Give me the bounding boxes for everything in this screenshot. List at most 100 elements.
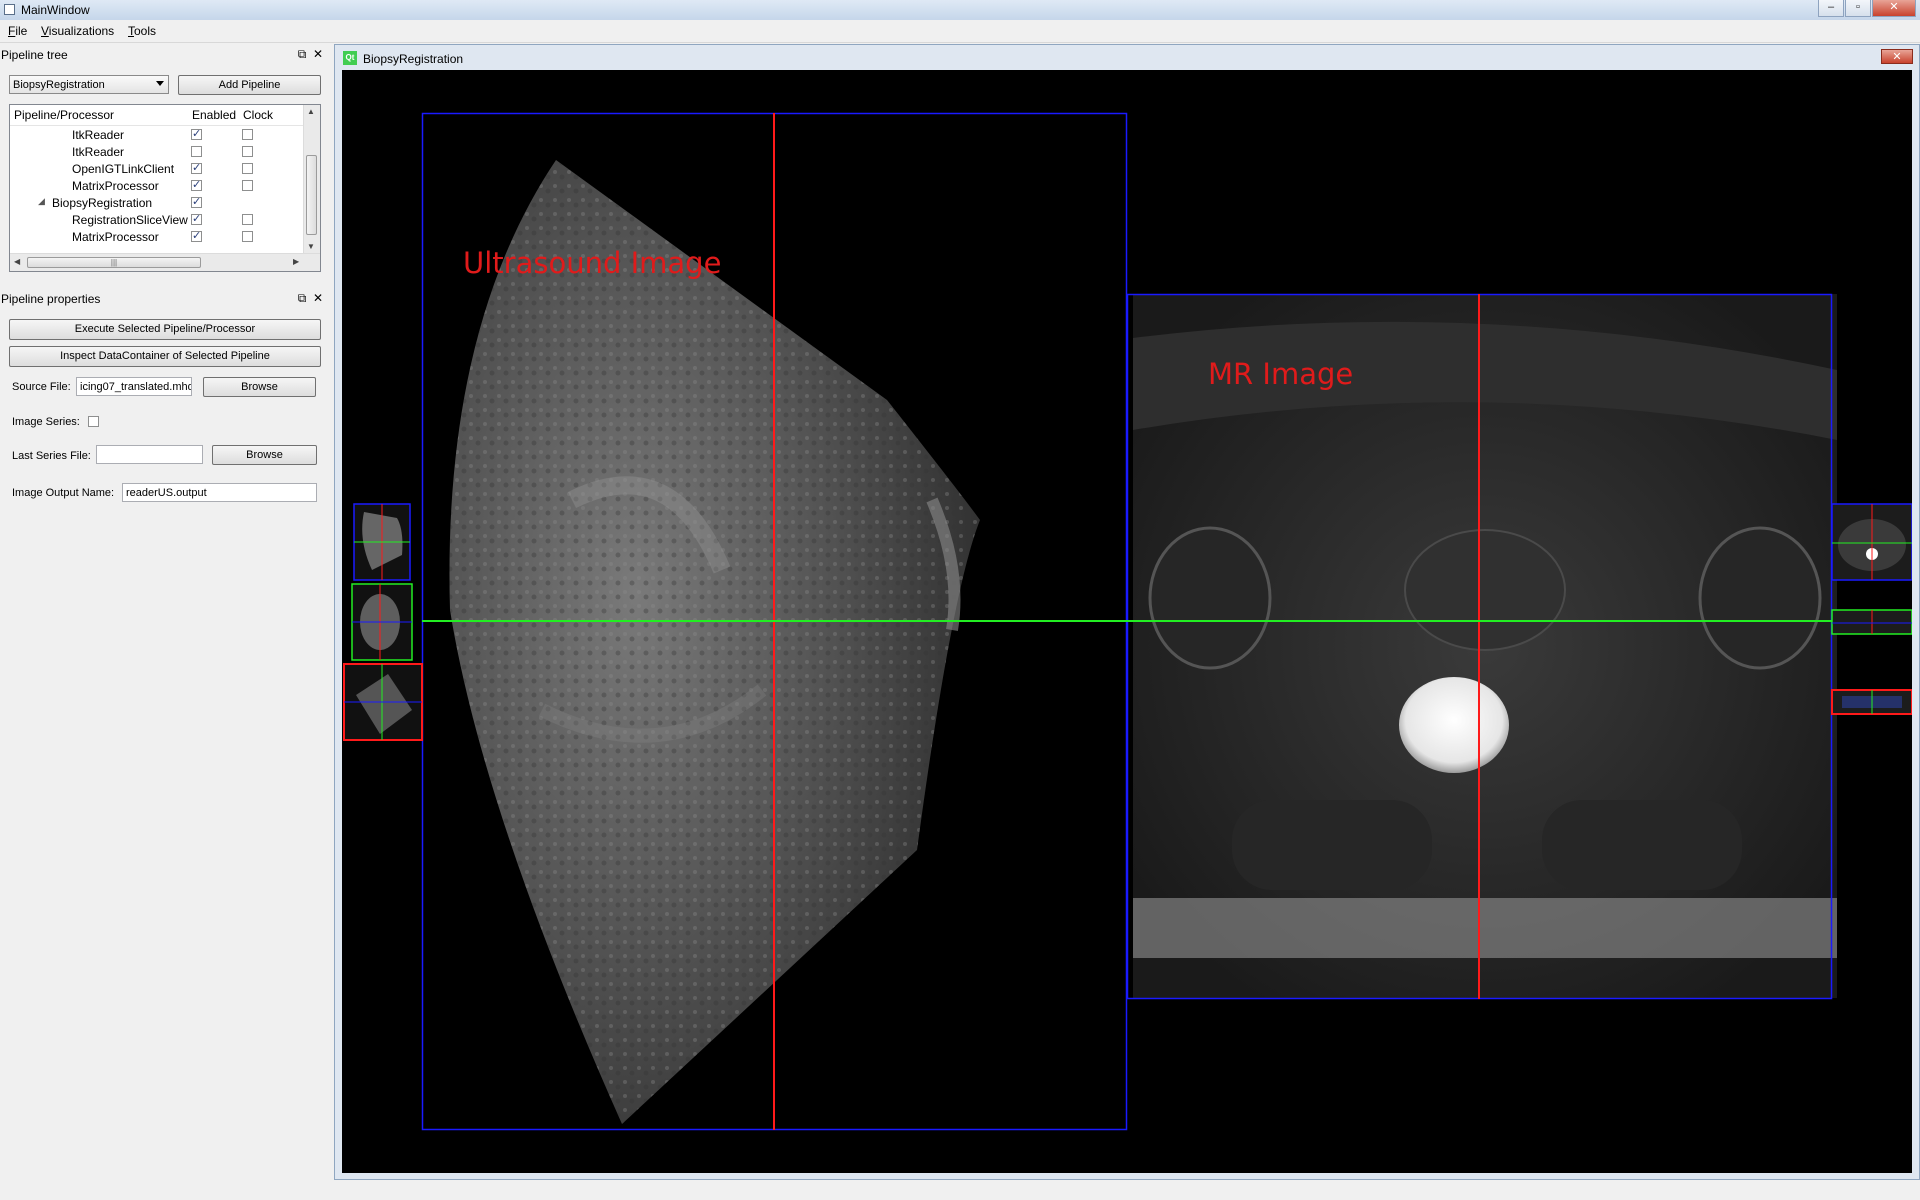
last-series-browse-button[interactable]: Browse <box>212 445 317 465</box>
enabled-checkbox[interactable]: ✓ <box>191 129 202 140</box>
biopsy-registration-window: Qt BiopsyRegistration ✕ Ultrasound Image… <box>334 44 1920 1180</box>
minimize-button[interactable]: – <box>1818 0 1844 17</box>
column-header-clock[interactable]: Clock <box>243 108 273 122</box>
tree-row-label: BiopsyRegistration <box>52 196 153 210</box>
pipeline-properties-title: Pipeline properties <box>1 292 101 306</box>
mr-skin-fat-layer <box>1133 898 1837 958</box>
dock-close-icon[interactable]: ✕ <box>312 291 324 305</box>
mr-gluteal-left <box>1232 800 1432 890</box>
right-thumbnail-strip[interactable] <box>1831 503 1912 715</box>
menu-bar: File Visualizations Tools <box>0 20 1920 43</box>
window-titlebar: MainWindow – ▫ ✕ <box>0 0 1920 21</box>
mr-bright-structure <box>1399 677 1509 773</box>
mr-femoral-head-left <box>1148 526 1272 670</box>
pipeline-tree-dock-title: Pipeline tree ⧉ ✕ <box>0 46 330 63</box>
pipeline-tree-title: Pipeline tree <box>1 48 68 62</box>
slice-view-svg <box>343 112 1912 1131</box>
last-series-file-label: Last Series File: <box>12 450 91 462</box>
tree-row-label: ItkReader <box>72 145 125 159</box>
last-series-file-field[interactable] <box>96 445 203 464</box>
menu-tools[interactable]: Tools <box>128 24 156 38</box>
tree-vertical-scrollbar[interactable]: ▲ ▼ <box>303 105 320 255</box>
close-button[interactable]: ✕ <box>1872 0 1916 17</box>
tree-row[interactable]: ItkReader <box>10 143 306 160</box>
clock-checkbox[interactable] <box>242 163 253 174</box>
image-output-name-label: Image Output Name: <box>12 487 115 499</box>
subwindow-titlebar: Qt BiopsyRegistration ✕ <box>335 45 1919 69</box>
add-pipeline-button[interactable]: Add Pipeline <box>178 75 321 95</box>
mr-image <box>1133 294 1837 998</box>
ultrasound-image <box>449 160 980 1124</box>
image-output-name-field[interactable]: readerUS.output <box>122 483 317 502</box>
tree-row-label: ItkReader <box>72 128 125 142</box>
tree-horizontal-scrollbar[interactable]: ◀ ||| ▶ <box>10 253 320 271</box>
chevron-down-icon <box>156 81 164 86</box>
menu-visualizations[interactable]: Visualizations <box>41 24 114 38</box>
dock-float-icon[interactable]: ⧉ <box>296 291 308 305</box>
enabled-checkbox[interactable]: ✓ <box>191 180 202 191</box>
scroll-thumb[interactable]: ||| <box>27 257 201 268</box>
column-header-processor[interactable]: Pipeline/Processor <box>14 108 114 122</box>
clock-checkbox[interactable] <box>242 180 253 191</box>
clock-checkbox[interactable] <box>242 214 253 225</box>
subwindow-close-button[interactable]: ✕ <box>1881 49 1913 64</box>
clock-checkbox[interactable] <box>242 129 253 140</box>
scroll-thumb[interactable] <box>306 155 317 235</box>
mr-prostate <box>1404 529 1566 651</box>
pipeline-select[interactable]: BiopsyRegistration <box>9 75 169 94</box>
execute-pipeline-button[interactable]: Execute Selected Pipeline/Processor <box>9 319 321 340</box>
tree-row-label: OpenIGTLinkClient <box>72 162 175 176</box>
tree-row[interactable]: OpenIGTLinkClient ✓ <box>10 160 306 177</box>
left-thumbnail-strip[interactable] <box>343 503 423 741</box>
ultrasound-image-label: Ultrasound Image <box>463 246 722 280</box>
window-title: MainWindow <box>21 3 90 17</box>
subwindow-title: BiopsyRegistration <box>363 52 464 66</box>
tree-row-label: MatrixProcessor <box>72 230 159 244</box>
menu-visualizations-mnemonic: V <box>41 24 49 38</box>
pipeline-select-value: BiopsyRegistration <box>13 79 105 91</box>
dock-float-icon[interactable]: ⧉ <box>296 47 308 61</box>
clock-checkbox[interactable] <box>242 231 253 242</box>
ultrasound-speckle <box>449 160 980 1124</box>
mr-femoral-head-right <box>1698 526 1822 670</box>
tree-row[interactable]: ◢ BiopsyRegistration ✓ <box>10 194 306 211</box>
tree-row-label: RegistrationSliceView <box>72 213 188 227</box>
visualization-canvas[interactable]: Ultrasound Image MR Image <box>342 70 1912 1173</box>
image-series-label: Image Series: <box>12 416 80 428</box>
enabled-checkbox[interactable]: ✓ <box>191 163 202 174</box>
scroll-down-icon[interactable]: ▼ <box>307 242 315 251</box>
enabled-checkbox[interactable]: ✓ <box>191 231 202 242</box>
column-header-enabled[interactable]: Enabled <box>192 108 236 122</box>
qt-logo-icon: Qt <box>343 51 357 65</box>
pipeline-properties-dock-title: Pipeline properties ⧉ ✕ <box>0 290 330 307</box>
inspect-datacontainer-button[interactable]: Inspect DataContainer of Selected Pipeli… <box>9 346 321 367</box>
clock-checkbox[interactable] <box>242 146 253 157</box>
mr-image-label: MR Image <box>1208 357 1354 391</box>
source-browse-button[interactable]: Browse <box>203 377 316 397</box>
menu-tools-label: ools <box>134 24 157 38</box>
window-controls: – ▫ ✕ <box>1818 0 1916 17</box>
expand-arrow-icon[interactable]: ◢ <box>38 196 45 207</box>
tree-row-label: MatrixProcessor <box>72 179 159 193</box>
menu-file[interactable]: File <box>8 24 27 38</box>
dock-close-icon[interactable]: ✕ <box>312 47 324 61</box>
enabled-checkbox[interactable]: ✓ <box>191 197 202 208</box>
tree-row[interactable]: MatrixProcessor ✓ <box>10 177 306 194</box>
mr-gluteal-right <box>1542 800 1742 890</box>
source-file-label: Source File: <box>12 381 71 393</box>
scroll-up-icon[interactable]: ▲ <box>307 107 315 116</box>
tree-row[interactable]: RegistrationSliceView ✓ <box>10 211 306 228</box>
menu-visualizations-label: isualizations <box>48 24 115 38</box>
menu-file-label: ile <box>15 24 28 38</box>
tree-row[interactable]: MatrixProcessor ✓ <box>10 228 306 245</box>
scroll-right-icon[interactable]: ▶ <box>293 257 299 266</box>
scroll-left-icon[interactable]: ◀ <box>14 257 20 266</box>
pipeline-tree[interactable]: Pipeline/Processor Enabled Clock ItkRead… <box>9 104 321 272</box>
enabled-checkbox[interactable]: ✓ <box>191 214 202 225</box>
tree-row[interactable]: ItkReader ✓ <box>10 126 306 143</box>
enabled-checkbox[interactable] <box>191 146 202 157</box>
app-icon <box>4 4 15 15</box>
maximize-button[interactable]: ▫ <box>1845 0 1871 17</box>
source-file-field[interactable]: icing07_translated.mhd <box>76 377 192 396</box>
image-series-checkbox[interactable] <box>88 416 99 427</box>
